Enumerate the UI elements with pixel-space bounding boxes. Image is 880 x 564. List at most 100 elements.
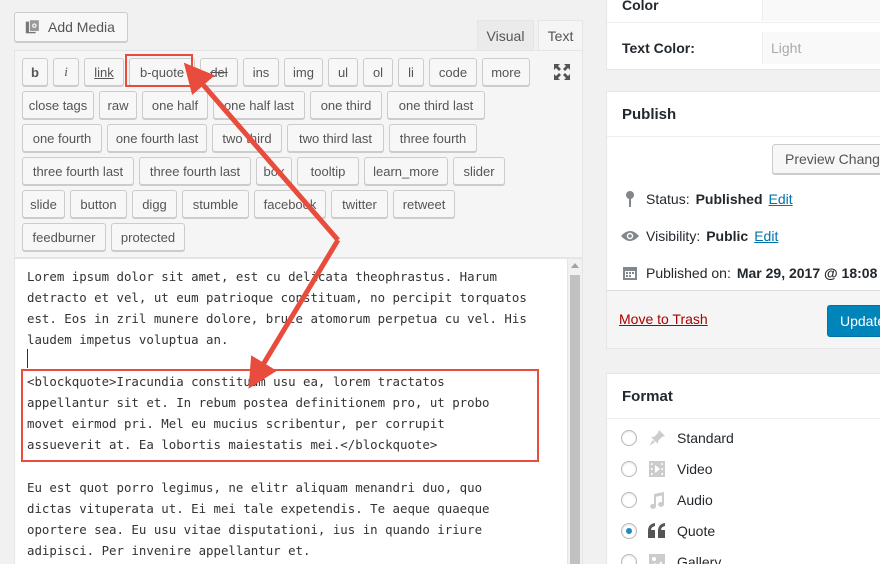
ul-button[interactable]: ul [328, 58, 358, 86]
format-radio[interactable] [621, 492, 637, 508]
quote-icon [647, 521, 667, 541]
pin-icon [647, 428, 667, 448]
quicktags-toolbar: b i link b-quote del ins img ul ol li co… [14, 50, 583, 258]
shortcode-button[interactable]: one third last [387, 91, 485, 119]
color-row: Color [607, 0, 880, 21]
published-on-label: Published on: [646, 265, 731, 281]
close-tags-button[interactable]: close tags [22, 91, 94, 119]
shortcode-button[interactable]: feedburner [22, 223, 106, 251]
paragraph-3: Eu est quot porro legimus, ne elitr aliq… [27, 480, 490, 558]
scrollbar[interactable] [567, 259, 582, 564]
move-to-trash-link[interactable]: Move to Trash [619, 311, 708, 327]
format-option-quote[interactable]: Quote [621, 521, 715, 541]
published-on-value: Mar 29, 2017 @ 18:08 [736, 265, 878, 281]
shortcode-button[interactable]: learn_more [364, 157, 448, 185]
shortcode-button[interactable]: stumble [182, 190, 249, 218]
shortcode-button[interactable]: three fourth [389, 124, 477, 152]
format-radio[interactable] [621, 461, 637, 477]
format-option-gallery[interactable]: Gallery [621, 552, 721, 564]
shortcode-button[interactable]: button [70, 190, 127, 218]
add-media-button[interactable]: Add Media [14, 12, 128, 42]
scroll-thumb[interactable] [570, 275, 580, 564]
format-panel: Format Standard Video Audio Quote Galler… [606, 373, 880, 564]
ins-button[interactable]: ins [243, 58, 279, 86]
shortcode-button[interactable]: three fourth last [22, 157, 134, 185]
format-label: Audio [677, 492, 713, 508]
status-row: Status: Published Edit [620, 189, 793, 209]
scroll-up-arrow-icon[interactable] [571, 263, 579, 268]
visibility-label: Visibility: [646, 228, 701, 244]
edit-visibility-link[interactable]: Edit [754, 228, 778, 244]
tab-visual[interactable]: Visual [477, 20, 534, 50]
quicktags-row-3: one fourth one fourth last two third two… [22, 124, 477, 152]
shortcode-button[interactable]: retweet [393, 190, 455, 218]
shortcode-button[interactable]: two third last [287, 124, 384, 152]
publish-panel: Publish Preview Changes Status: Publishe… [606, 91, 880, 349]
shortcode-button[interactable]: one half last [213, 91, 305, 119]
tab-text[interactable]: Text [538, 20, 583, 50]
publish-title: Publish [622, 105, 677, 123]
blockquote-paragraph: <blockquote>Iracundia constituam usu ea,… [27, 374, 490, 452]
shortcode-button[interactable]: protected [111, 223, 185, 251]
bold-button[interactable]: b [22, 58, 48, 86]
li-button[interactable]: li [398, 58, 424, 86]
text-color-label: Text Color: [622, 40, 695, 56]
del-button[interactable]: del [200, 58, 238, 86]
italic-button[interactable]: i [53, 58, 79, 86]
quicktags-row-5: slide button digg stumble facebook twitt… [22, 190, 455, 218]
shortcode-button[interactable]: slide [22, 190, 65, 218]
status-label: Status: [646, 191, 690, 207]
blockquote-button[interactable]: b-quote [129, 58, 195, 86]
format-option-audio[interactable]: Audio [621, 490, 713, 510]
fullscreen-icon[interactable] [552, 62, 572, 82]
calendar-icon [620, 263, 640, 283]
quicktags-row-2: close tags raw one half one half last on… [22, 91, 485, 119]
shortcode-button[interactable]: three fourth last [139, 157, 251, 185]
shortcode-button[interactable]: one fourth [22, 124, 102, 152]
format-label: Gallery [677, 554, 722, 564]
format-option-standard[interactable]: Standard [621, 428, 734, 448]
color-value[interactable] [762, 0, 880, 21]
format-radio[interactable] [621, 554, 637, 564]
code-button[interactable]: code [429, 58, 477, 86]
shortcode-button[interactable]: raw [99, 91, 137, 119]
link-button[interactable]: link [84, 58, 124, 86]
quicktags-row-1: b i link b-quote del ins img ul ol li co… [22, 58, 530, 86]
shortcode-button[interactable]: tooltip [297, 157, 359, 185]
eye-icon [620, 226, 640, 246]
update-button[interactable]: Update [827, 305, 880, 337]
shortcode-button[interactable]: facebook [254, 190, 326, 218]
shortcode-button[interactable]: digg [132, 190, 177, 218]
gallery-icon [647, 552, 667, 564]
more-button[interactable]: more [482, 58, 530, 86]
shortcode-button[interactable]: two third [212, 124, 282, 152]
format-label: Video [677, 461, 713, 477]
format-option-video[interactable]: Video [621, 459, 713, 479]
shortcode-button[interactable]: slider [453, 157, 505, 185]
shortcode-button[interactable]: one half [142, 91, 208, 119]
preview-changes-button[interactable]: Preview Changes [772, 144, 880, 174]
text-color-value[interactable]: Light [762, 32, 880, 64]
format-radio[interactable] [621, 430, 637, 446]
shortcode-button[interactable]: one third [310, 91, 382, 119]
text-color-row: Text Color: Light [607, 32, 880, 64]
img-button[interactable]: img [284, 58, 323, 86]
publish-actions: Move to Trash Update [607, 290, 880, 348]
color-settings-panel: Color Text Color: Light [606, 0, 880, 70]
visibility-value: Public [706, 228, 749, 244]
audio-icon [647, 490, 667, 510]
format-radio[interactable] [621, 523, 637, 539]
quicktags-row-4: three fourth last three fourth last box … [22, 157, 505, 185]
color-label: Color [622, 0, 659, 13]
visibility-row: Visibility: Public Edit [620, 226, 778, 246]
quicktags-row-6: feedburner protected [22, 223, 185, 251]
video-icon [647, 459, 667, 479]
content-textarea[interactable]: Lorem ipsum dolor sit amet, est cu delic… [14, 258, 583, 564]
pin-icon [620, 189, 640, 209]
shortcode-button[interactable]: box [256, 157, 292, 185]
media-icon [25, 19, 40, 34]
shortcode-button[interactable]: one fourth last [107, 124, 207, 152]
shortcode-button[interactable]: twitter [331, 190, 388, 218]
edit-status-link[interactable]: Edit [769, 191, 793, 207]
ol-button[interactable]: ol [363, 58, 393, 86]
